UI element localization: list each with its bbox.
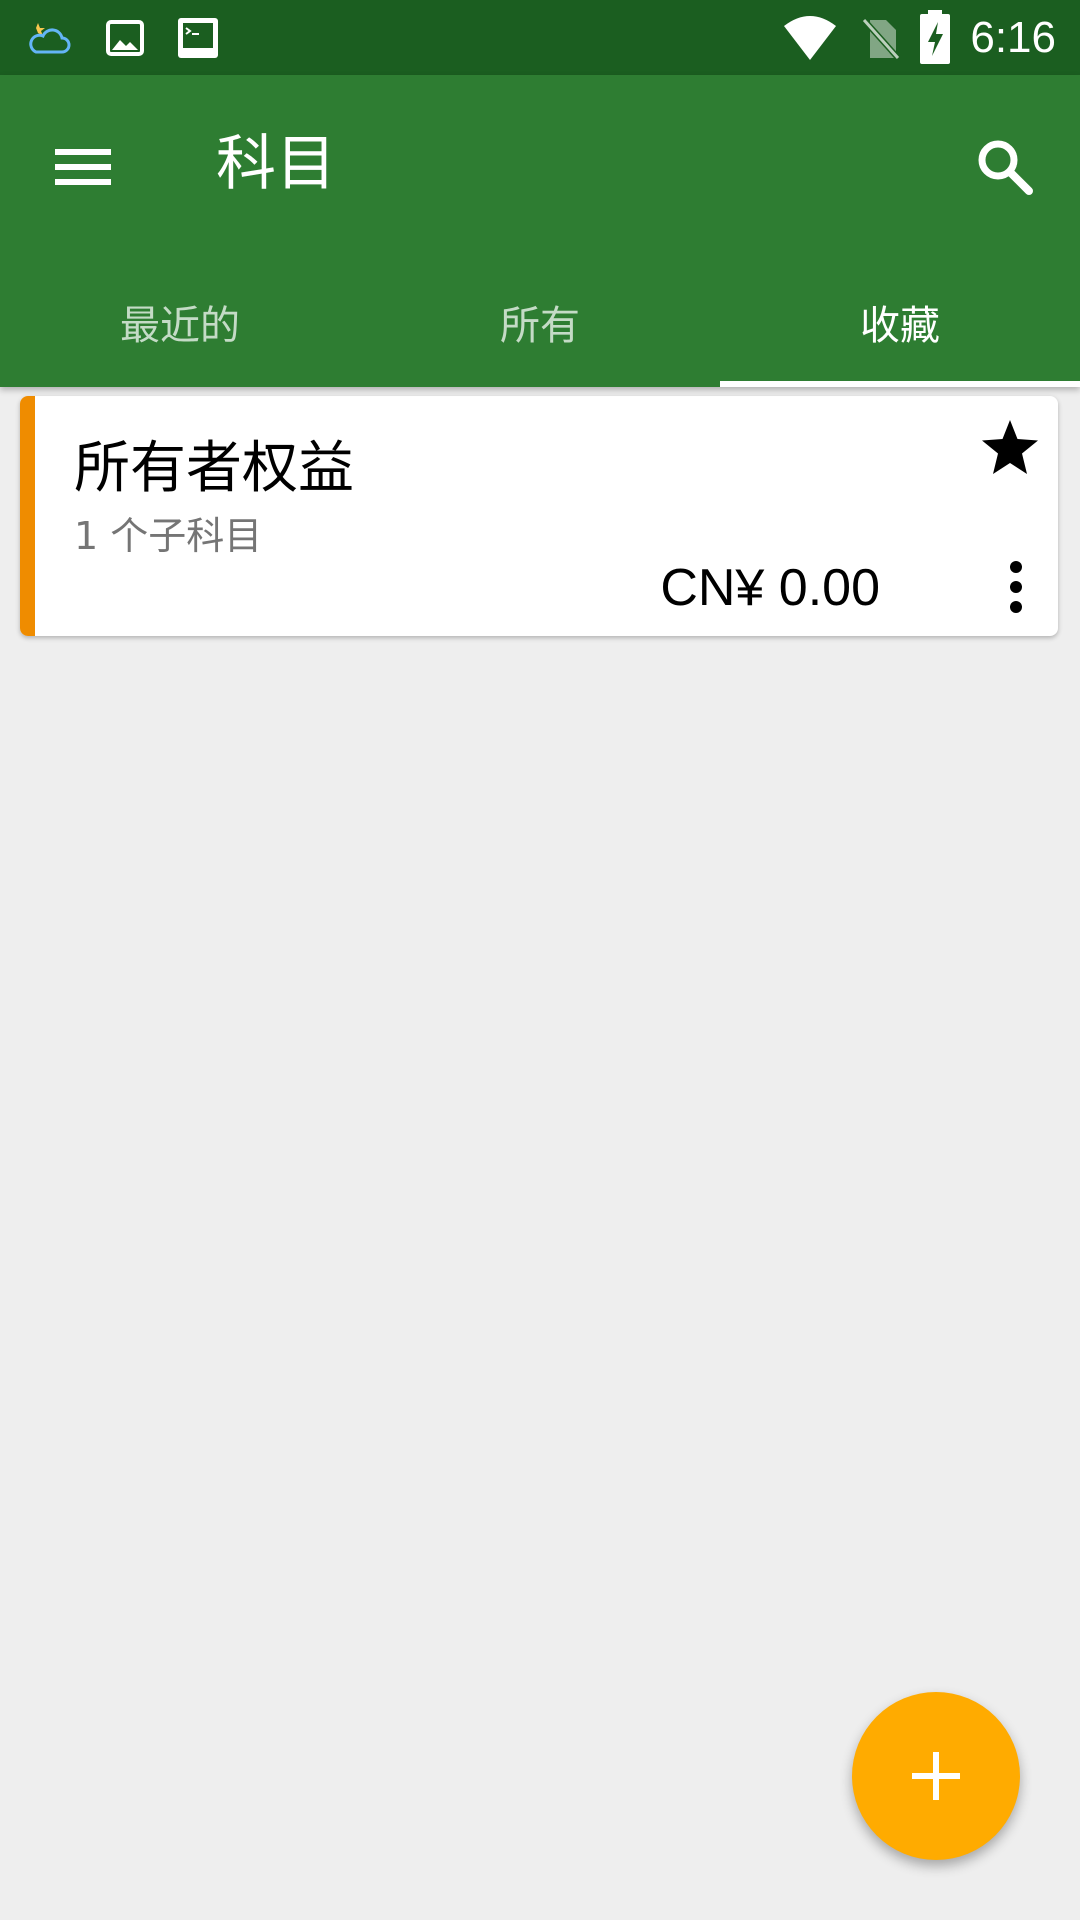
wifi-icon bbox=[782, 14, 838, 62]
status-time: 6:16 bbox=[970, 13, 1056, 62]
plus-icon bbox=[912, 1752, 960, 1800]
account-color-bar bbox=[20, 396, 35, 636]
search-button[interactable] bbox=[956, 119, 1052, 215]
tab-recent[interactable]: 最近的 bbox=[0, 257, 360, 387]
tab-label: 所有 bbox=[500, 303, 580, 349]
status-bar: 6:16 bbox=[0, 0, 1080, 75]
tab-label: 最近的 bbox=[120, 303, 240, 349]
no-sim-icon bbox=[856, 14, 904, 62]
battery-charging-icon bbox=[914, 10, 958, 64]
terminal-icon bbox=[174, 14, 222, 62]
overflow-menu-button[interactable] bbox=[986, 552, 1046, 624]
menu-icon bbox=[55, 149, 111, 185]
weather-icon bbox=[26, 14, 74, 62]
image-icon bbox=[102, 14, 150, 62]
tab-label: 收藏 bbox=[860, 303, 940, 349]
app-bar: 科目 最近的 所有 收藏 bbox=[0, 75, 1080, 387]
tab-bar: 最近的 所有 收藏 bbox=[0, 257, 1080, 387]
more-vert-icon bbox=[1010, 561, 1022, 613]
add-account-button[interactable] bbox=[852, 1692, 1020, 1860]
tab-indicator bbox=[720, 381, 1080, 387]
account-balance: CN¥ 0.00 bbox=[660, 559, 880, 617]
account-card[interactable]: 所有者权益 1 个子科目 CN¥ 0.00 bbox=[20, 396, 1058, 636]
favorite-button[interactable] bbox=[974, 412, 1046, 484]
tab-favorites[interactable]: 收藏 bbox=[720, 257, 1080, 387]
account-name: 所有者权益 bbox=[74, 436, 354, 501]
star-icon bbox=[982, 420, 1038, 474]
search-icon bbox=[978, 140, 1033, 195]
subaccount-count: 1 个子科目 bbox=[74, 514, 263, 558]
page-title: 科目 bbox=[216, 129, 336, 199]
menu-button[interactable] bbox=[36, 117, 132, 213]
tab-all[interactable]: 所有 bbox=[360, 257, 720, 387]
